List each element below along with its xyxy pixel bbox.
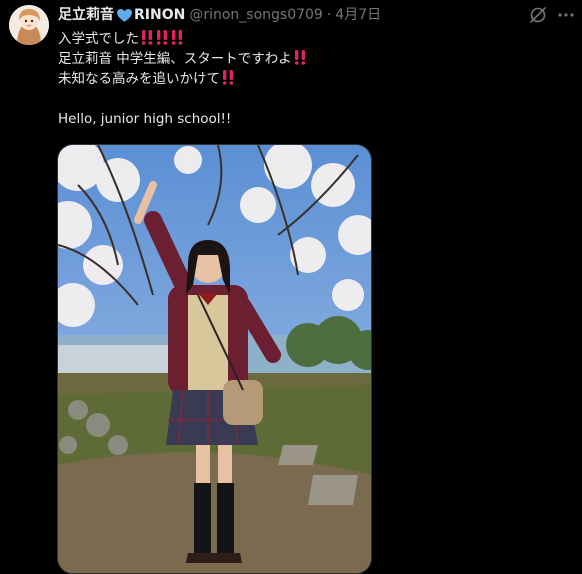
post-header: 足立莉音 RINON @rinon_songs0709 · 4月7日	[58, 5, 381, 25]
more-options-icon[interactable]	[556, 5, 576, 25]
post-text-line: 入学式でした	[58, 29, 558, 49]
post-text-line: 未知なる高みを追いかけて	[58, 69, 558, 89]
post-text-line: 足立莉音 中学生編、スタートですわよ	[58, 49, 558, 69]
blue-heart-icon	[116, 8, 133, 23]
author-name-suffix[interactable]: RINON	[134, 5, 185, 25]
avatar[interactable]	[9, 5, 49, 45]
post-text-line-content: 入学式でした	[58, 31, 139, 47]
header-separator: ·	[326, 7, 332, 23]
author-name[interactable]: 足立莉音	[58, 5, 114, 25]
post-text-line-content: 足立莉音 中学生編、スタートですわよ	[58, 51, 292, 67]
post-text-line: Hello, junior high school!!	[58, 109, 558, 129]
double-exclamation-icon	[140, 29, 154, 45]
author-handle[interactable]: @rinon_songs0709	[189, 5, 323, 25]
post-text-line-content: Hello, junior high school!!	[58, 111, 232, 127]
post-date[interactable]: 4月7日	[335, 5, 381, 25]
photo-illustration	[58, 145, 371, 573]
double-exclamation-icon	[293, 49, 307, 65]
post-text: 入学式でした足立莉音 中学生編、スタートですわよ 未知なる高みを追いかけて Hell…	[58, 29, 558, 129]
double-exclamation-icon	[155, 29, 169, 45]
avatar-illustration	[9, 5, 49, 45]
post-photo[interactable]	[57, 144, 372, 574]
double-exclamation-icon	[221, 69, 235, 85]
grok-icon[interactable]	[528, 5, 548, 25]
post-text-line	[58, 89, 558, 109]
double-exclamation-icon	[170, 29, 184, 45]
post-text-line-content: 未知なる高みを追いかけて	[58, 71, 220, 87]
